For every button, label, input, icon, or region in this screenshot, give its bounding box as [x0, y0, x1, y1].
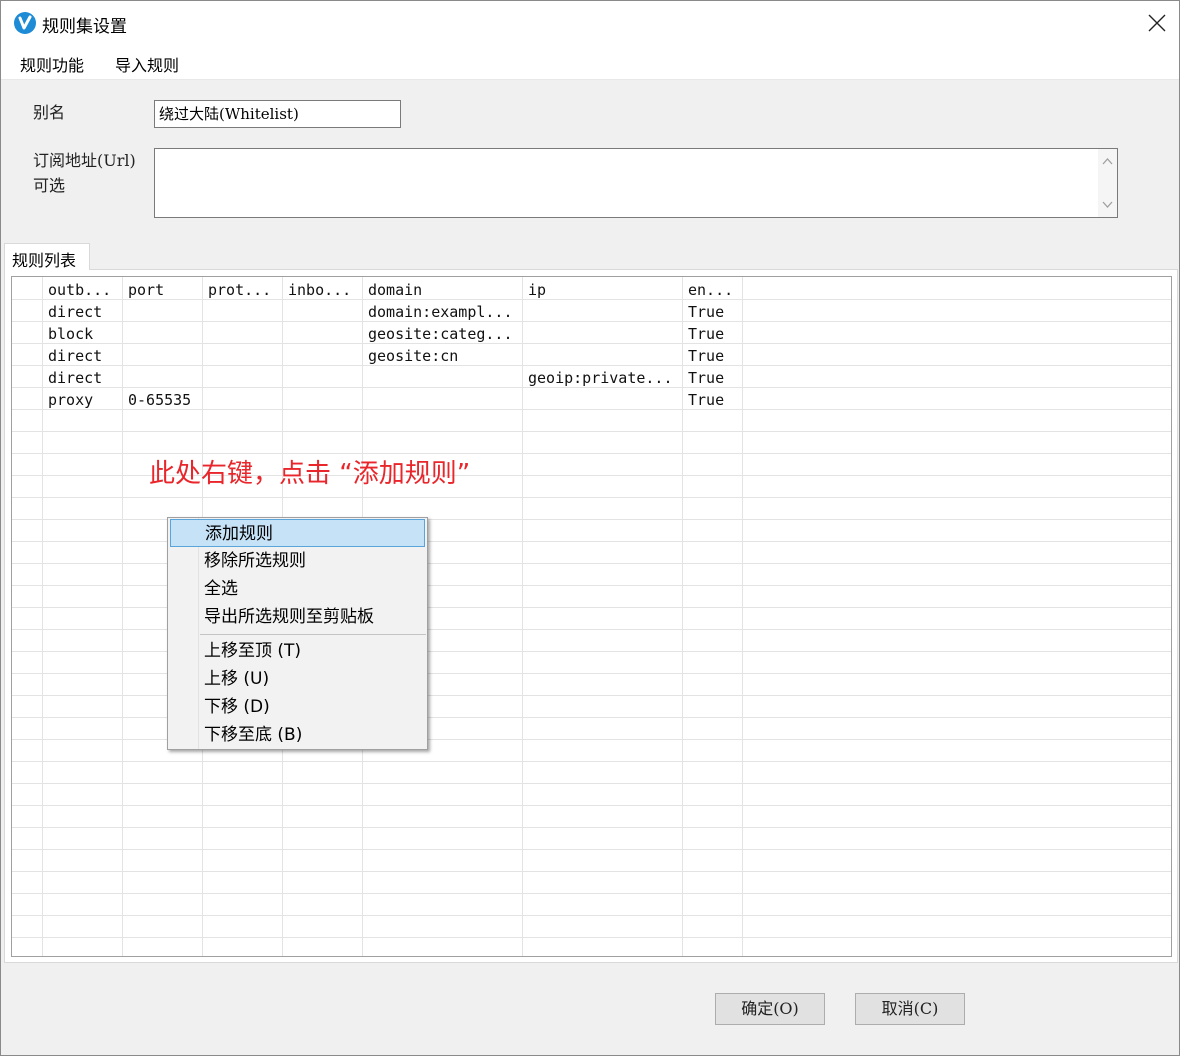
grid-row-divider	[12, 783, 1171, 784]
menu-item-export-clipboard[interactable]: 导出所选规则至剪贴板	[168, 603, 427, 631]
instruction-annotation: 此处右键，点击 “添加规则”	[149, 459, 471, 489]
rule-set-settings-window: 规则集设置 规则功能 导入规则 别名 绕过大陆(Whitelist) 订阅地址(…	[0, 0, 1180, 1056]
column-header[interactable]: port	[128, 279, 164, 301]
menu-item-select-all[interactable]: 全选	[168, 575, 427, 603]
column-header[interactable]: inbo...	[288, 279, 351, 301]
column-header[interactable]: domain	[368, 279, 422, 301]
grid-row-divider	[12, 431, 1171, 432]
grid-row-divider	[12, 321, 1171, 322]
table-cell[interactable]: direct	[48, 367, 102, 389]
menu-item-move-down[interactable]: 下移 (D)	[168, 693, 427, 721]
grid-row-divider	[12, 871, 1171, 872]
menu-item-add-rule[interactable]: 添加规则	[170, 519, 425, 547]
close-icon	[1148, 14, 1166, 32]
grid-row-divider	[12, 365, 1171, 366]
alias-input[interactable]: 绕过大陆(Whitelist)	[154, 100, 401, 128]
table-cell[interactable]: True	[688, 367, 724, 389]
grid-row-divider	[12, 299, 1171, 300]
grid-column-divider	[742, 277, 743, 956]
title-bar: 规则集设置	[1, 1, 1179, 45]
close-button[interactable]	[1135, 1, 1179, 45]
menu-import-rules[interactable]: 导入规则	[115, 52, 179, 76]
menu-item-move-up[interactable]: 上移 (U)	[168, 665, 427, 693]
menu-separator	[200, 634, 426, 635]
menu-item-move-top[interactable]: 上移至顶 (T)	[168, 637, 427, 665]
grid-row-divider	[12, 915, 1171, 916]
grid-row-divider	[12, 893, 1171, 894]
table-cell[interactable]: True	[688, 389, 724, 411]
alias-label: 别名	[33, 103, 66, 122]
menu-bar: 规则功能 导入规则	[1, 45, 1179, 80]
grid-row-divider	[12, 497, 1171, 498]
cancel-button[interactable]: 取消(C)	[855, 993, 965, 1025]
url-label: 订阅地址(Url)	[33, 151, 136, 170]
table-cell[interactable]: direct	[48, 301, 102, 323]
window-title: 规则集设置	[42, 17, 127, 37]
grid-column-divider	[122, 277, 123, 956]
column-header[interactable]: en...	[688, 279, 733, 301]
table-cell[interactable]: geosite:categ...	[368, 323, 513, 345]
grid-row-divider	[12, 849, 1171, 850]
table-cell[interactable]: domain:exampl...	[368, 301, 513, 323]
column-header[interactable]: ip	[528, 279, 546, 301]
table-cell[interactable]: geoip:private...	[528, 367, 673, 389]
url-optional-label: 可选	[33, 176, 66, 195]
url-scrollbar[interactable]	[1098, 149, 1117, 217]
scroll-down-icon[interactable]	[1102, 201, 1113, 209]
tab-rule-list[interactable]: 规则列表	[4, 243, 90, 270]
grid-row-divider	[12, 937, 1171, 938]
scroll-up-icon[interactable]	[1102, 157, 1113, 165]
grid-column-divider	[42, 277, 43, 956]
grid-row-divider	[12, 343, 1171, 344]
table-cell[interactable]: 0-65535	[128, 389, 191, 411]
table-cell[interactable]: geosite:cn	[368, 345, 458, 367]
subscription-url-input[interactable]	[154, 148, 1118, 218]
menu-item-remove-selected[interactable]: 移除所选规则	[168, 547, 427, 575]
table-cell[interactable]: True	[688, 345, 724, 367]
grid-row-divider	[12, 827, 1171, 828]
table-cell[interactable]: True	[688, 323, 724, 345]
grid-column-divider	[522, 277, 523, 956]
menu-rule-functions[interactable]: 规则功能	[20, 52, 84, 76]
grid-column-divider	[682, 277, 683, 956]
table-cell[interactable]: direct	[48, 345, 102, 367]
column-header[interactable]: prot...	[208, 279, 271, 301]
menu-item-move-bottom[interactable]: 下移至底 (B)	[168, 721, 427, 749]
grid-row-divider	[12, 761, 1171, 762]
table-cell[interactable]: True	[688, 301, 724, 323]
table-cell[interactable]: proxy	[48, 389, 93, 411]
column-header[interactable]: outb...	[48, 279, 111, 301]
app-icon	[14, 12, 36, 34]
context-menu: 添加规则 移除所选规则 全选 导出所选规则至剪贴板 上移至顶 (T) 上移 (U…	[167, 517, 428, 750]
grid-row-divider	[12, 805, 1171, 806]
table-cell[interactable]: block	[48, 323, 93, 345]
ok-button[interactable]: 确定(O)	[715, 993, 825, 1025]
